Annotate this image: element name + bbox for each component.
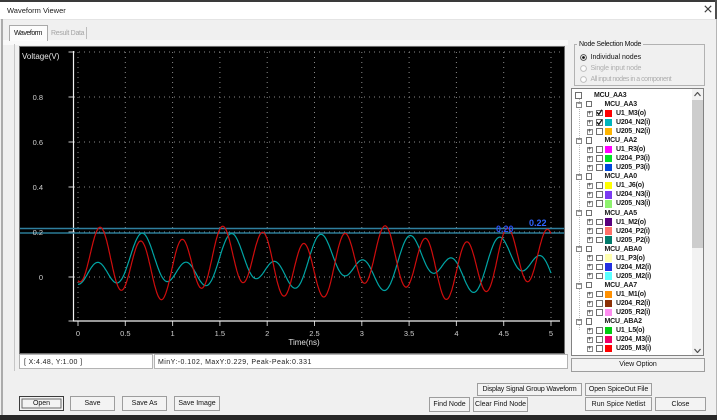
svg-text:5: 5 [549,329,553,338]
svg-text:3: 3 [360,329,364,338]
svg-text:0.8: 0.8 [33,93,43,102]
svg-text:0: 0 [76,329,80,338]
svg-text:0: 0 [39,273,43,282]
svg-text:0.4: 0.4 [33,183,43,192]
svg-text:1.5: 1.5 [215,329,225,338]
svg-text:0.20: 0.20 [496,224,514,234]
svg-text:0.5: 0.5 [120,329,130,338]
svg-text:4: 4 [454,329,458,338]
svg-text:Voltage(V): Voltage(V) [22,52,60,61]
svg-text:Time(ns): Time(ns) [288,338,320,347]
svg-text:0.6: 0.6 [33,138,43,147]
svg-text:1: 1 [171,329,175,338]
svg-text:0.22: 0.22 [529,218,547,228]
svg-text:2: 2 [265,329,269,338]
svg-text:4.5: 4.5 [498,329,508,338]
svg-text:3.5: 3.5 [404,329,414,338]
svg-text:0.2: 0.2 [33,228,43,237]
svg-text:2.5: 2.5 [309,329,319,338]
